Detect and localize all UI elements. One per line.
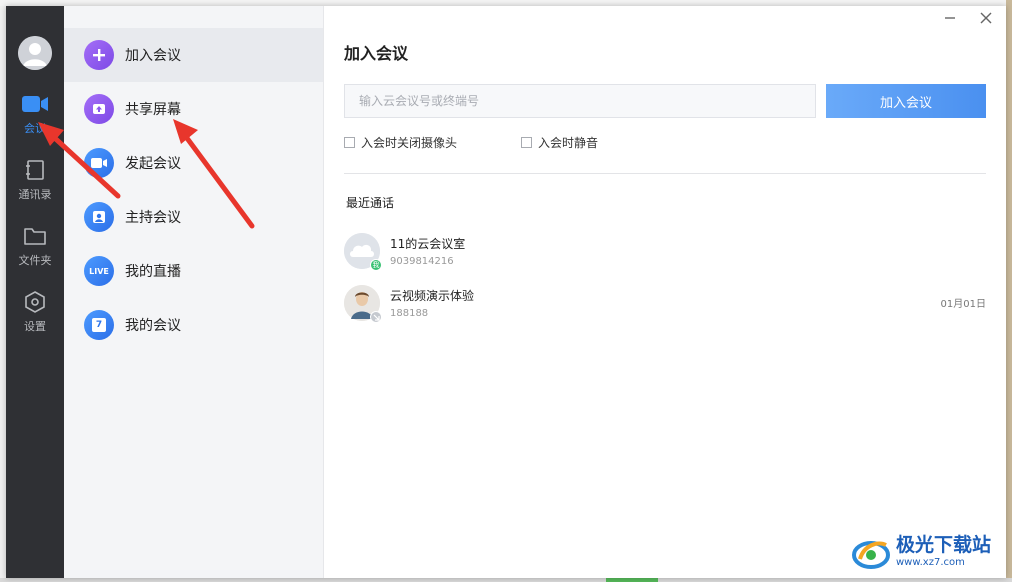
meeting-menu: 加入会议 共享屏幕 发起会议 主持会议 LIVE 我的直播 7 我的会议 xyxy=(64,6,324,578)
calendar-icon: 7 xyxy=(84,310,114,340)
live-icon: LIVE xyxy=(84,256,114,286)
share-screen-icon xyxy=(84,94,114,124)
menu-item-start-meeting[interactable]: 发起会议 xyxy=(64,136,323,190)
menu-item-host-meeting[interactable]: 主持会议 xyxy=(64,190,323,244)
menu-item-label: 主持会议 xyxy=(125,210,181,226)
call-name: 云视频演示体验 xyxy=(390,289,475,303)
user-avatar[interactable] xyxy=(18,36,52,70)
contacts-book-icon xyxy=(22,158,48,182)
divider xyxy=(344,173,986,174)
nav-rail: 会议 通讯录 文件夹 设置 xyxy=(6,6,64,578)
live-icon-text: LIVE xyxy=(89,266,109,276)
menu-item-join-meeting[interactable]: 加入会议 xyxy=(64,28,323,82)
rail-item-meeting[interactable]: 会议 xyxy=(6,92,64,136)
rail-item-settings[interactable]: 设置 xyxy=(6,290,64,334)
menu-item-my-live[interactable]: LIVE 我的直播 xyxy=(64,244,323,298)
window-controls xyxy=(940,8,996,28)
app-window: 会议 通讯录 文件夹 设置 加入会议 共享屏幕 发起会议 主持会议 LIVE 我… xyxy=(6,6,1006,578)
option-label: 入会时关闭摄像头 xyxy=(361,136,458,150)
recent-calls-title: 最近通话 xyxy=(346,196,395,210)
meeting-id-input[interactable] xyxy=(344,84,816,118)
watermark-title: 极光下载站 xyxy=(896,534,992,556)
hexagon-settings-icon xyxy=(22,290,48,314)
rail-item-folder[interactable]: 文件夹 xyxy=(6,224,64,268)
list-item[interactable]: 我 11的云会议室 9039814216 xyxy=(344,225,986,277)
desktop-background xyxy=(1006,0,1012,582)
close-button[interactable] xyxy=(976,8,996,28)
minimize-button[interactable] xyxy=(940,8,960,28)
video-camera-icon xyxy=(22,92,48,116)
join-row: 加入会议 xyxy=(344,84,986,118)
minimize-icon xyxy=(945,17,955,19)
join-meeting-button[interactable]: 加入会议 xyxy=(826,84,986,118)
menu-item-label: 我的会议 xyxy=(125,318,181,334)
call-name: 11的云会议室 xyxy=(390,237,466,251)
rail-item-label: 通讯录 xyxy=(18,188,52,201)
call-number: 188188 xyxy=(390,308,429,319)
rail-item-contacts[interactable]: 通讯录 xyxy=(6,158,64,202)
site-watermark: 极光下载站 www.xz7.com xyxy=(850,528,1006,576)
page-title: 加入会议 xyxy=(344,44,409,63)
recent-calls-list: 我 11的云会议室 9039814216 云视频演示体验 188188 01月0… xyxy=(344,225,986,329)
calendar-day: 7 xyxy=(92,318,106,332)
user-avatar-icon xyxy=(18,36,52,70)
menu-item-my-meetings[interactable]: 7 我的会议 xyxy=(64,298,323,352)
menu-item-share-screen[interactable]: 共享屏幕 xyxy=(64,82,323,136)
menu-item-label: 发起会议 xyxy=(125,156,181,172)
option-mute[interactable]: 入会时静音 xyxy=(521,134,598,151)
call-outgoing-icon xyxy=(370,311,382,323)
join-options: 入会时关闭摄像头 入会时静音 xyxy=(344,134,986,151)
cloud-avatar-icon: 我 xyxy=(344,233,382,271)
video-camera-icon xyxy=(84,148,114,178)
host-person-icon xyxy=(84,202,114,232)
join-meeting-panel: 加入会议 加入会议 入会时关闭摄像头 入会时静音 最近通话 我 xyxy=(324,6,1006,578)
call-number: 9039814216 xyxy=(390,256,454,267)
checkbox[interactable] xyxy=(344,137,355,148)
menu-item-label: 共享屏幕 xyxy=(125,102,181,118)
folder-icon xyxy=(22,224,48,248)
menu-item-label: 加入会议 xyxy=(125,48,181,64)
person-photo-avatar xyxy=(344,285,382,323)
list-item[interactable]: 云视频演示体验 188188 01月01日 xyxy=(344,277,986,329)
menu-item-label: 我的直播 xyxy=(125,264,181,280)
checkbox[interactable] xyxy=(521,137,533,148)
aurora-logo-icon xyxy=(852,541,890,569)
desktop-background xyxy=(606,578,658,582)
rail-item-label: 设置 xyxy=(24,320,46,333)
rail-item-label: 文件夹 xyxy=(18,254,52,267)
rail-item-label: 会议 xyxy=(24,122,46,135)
plus-circle-icon xyxy=(84,40,114,70)
option-label: 入会时静音 xyxy=(538,136,599,150)
option-camera-off[interactable]: 入会时关闭摄像头 xyxy=(344,134,457,151)
close-icon xyxy=(980,12,992,24)
desktop-background xyxy=(0,578,1012,582)
owner-badge: 我 xyxy=(370,259,382,271)
watermark-url: www.xz7.com xyxy=(896,557,965,568)
call-date: 01月01日 xyxy=(940,299,986,310)
